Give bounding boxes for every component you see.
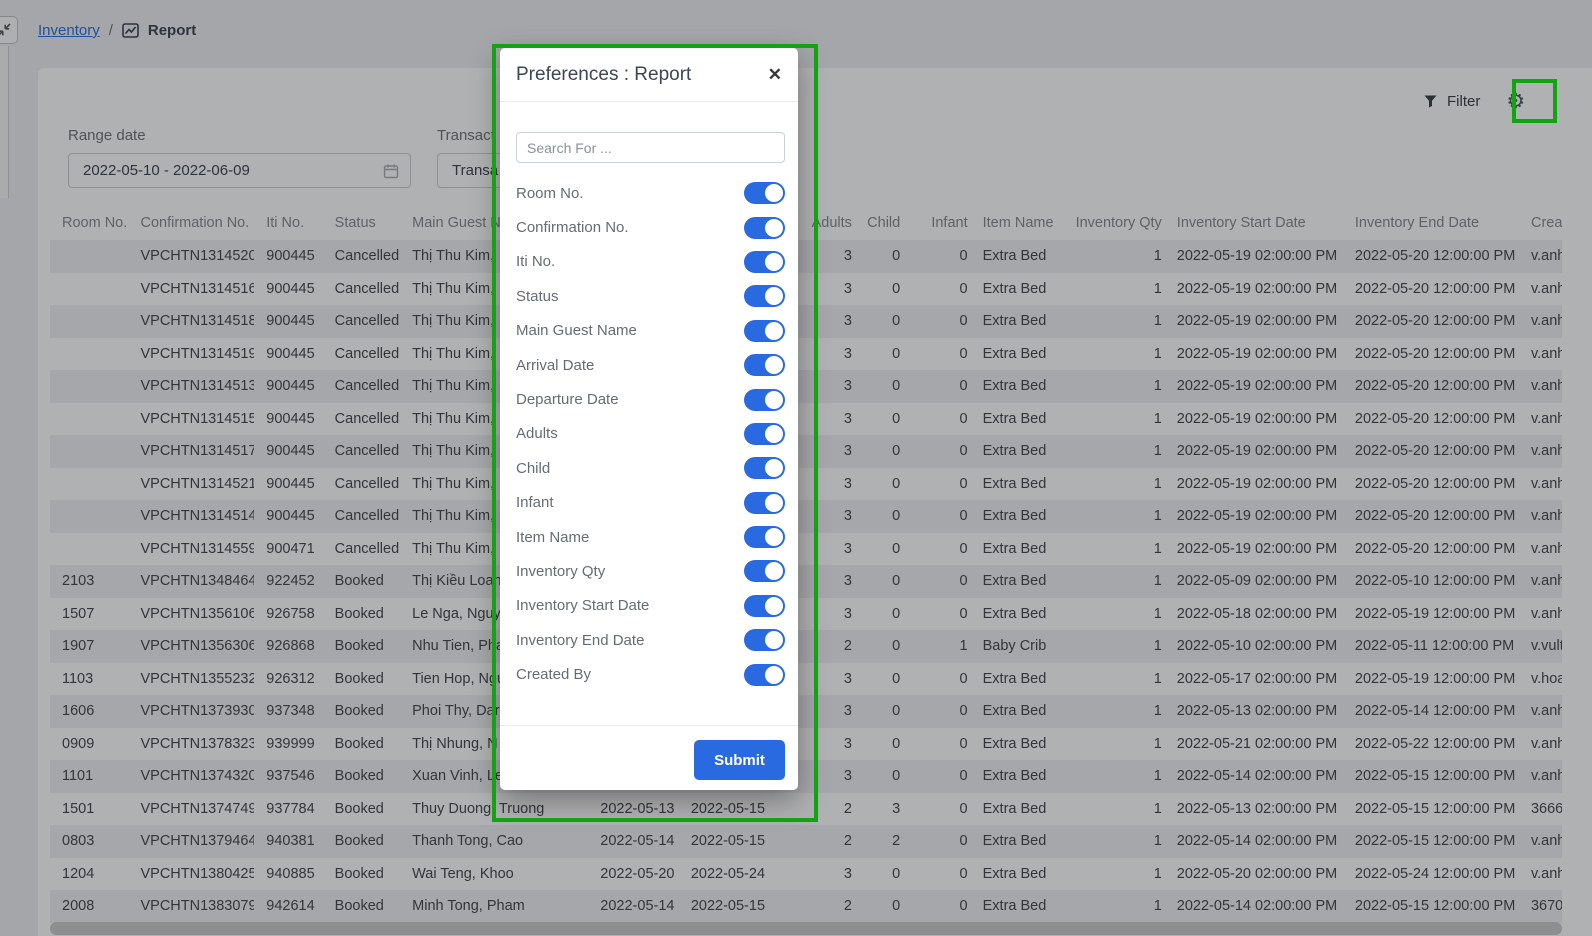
preference-row-confirmation-no: Confirmation No. [516, 210, 785, 244]
modal-title: Preferences : Report [516, 64, 691, 86]
preference-label: Child [516, 460, 550, 477]
preference-row-created-by: Created By [516, 657, 785, 691]
toggle-switch[interactable] [744, 560, 785, 582]
preference-label: Inventory Qty [516, 563, 605, 580]
toggle-switch[interactable] [744, 664, 785, 686]
toggle-switch[interactable] [744, 629, 785, 651]
toggle-switch[interactable] [744, 320, 785, 342]
preference-label: Status [516, 288, 559, 305]
preference-row-status: Status [516, 279, 785, 313]
toggle-switch[interactable] [744, 251, 785, 273]
preference-label: Infant [516, 494, 554, 511]
toggle-switch[interactable] [744, 217, 785, 239]
toggle-switch[interactable] [744, 389, 785, 411]
submit-button[interactable]: Submit [694, 740, 785, 780]
preference-label: Departure Date [516, 391, 619, 408]
preference-row-inventory-start-date: Inventory Start Date [516, 589, 785, 623]
search-input[interactable] [516, 132, 785, 163]
toggle-switch[interactable] [744, 492, 785, 514]
preference-label: Room No. [516, 185, 584, 202]
preference-row-inventory-end-date: Inventory End Date [516, 623, 785, 657]
toggle-switch[interactable] [744, 595, 785, 617]
preference-row-adults: Adults [516, 417, 785, 451]
preference-label: Arrival Date [516, 357, 594, 374]
toggle-switch[interactable] [744, 182, 785, 204]
preference-row-infant: Infant [516, 486, 785, 520]
preference-row-main-guest-name: Main Guest Name [516, 314, 785, 348]
preference-label: Confirmation No. [516, 219, 629, 236]
preferences-modal: Preferences : Report ✕ Room No. Confirmat… [500, 48, 798, 790]
close-icon[interactable]: ✕ [768, 66, 782, 83]
toggle-switch[interactable] [744, 423, 785, 445]
toggle-switch[interactable] [744, 285, 785, 307]
preference-row-iti-no: Iti No. [516, 245, 785, 279]
toggle-switch[interactable] [744, 354, 785, 376]
preference-label: Adults [516, 425, 558, 442]
preference-row-departure-date: Departure Date [516, 382, 785, 416]
preference-row-item-name: Item Name [516, 520, 785, 554]
toggle-switch[interactable] [744, 526, 785, 548]
preference-label: Inventory Start Date [516, 597, 649, 614]
preference-label: Inventory End Date [516, 632, 644, 649]
modal-footer: Submit [500, 725, 798, 780]
preference-row-arrival-date: Arrival Date [516, 348, 785, 382]
preference-label: Created By [516, 666, 591, 683]
preference-row-room-no: Room No. [516, 176, 785, 210]
preference-label: Main Guest Name [516, 322, 637, 339]
modal-header: Preferences : Report ✕ [500, 48, 798, 102]
toggle-switch[interactable] [744, 457, 785, 479]
modal-body: Room No. Confirmation No. Iti No. Status Mai… [500, 102, 798, 692]
preference-row-inventory-qty: Inventory Qty [516, 554, 785, 588]
preference-toggle-list: Room No. Confirmation No. Iti No. Status Mai… [516, 176, 785, 692]
preference-label: Iti No. [516, 253, 555, 270]
preference-label: Item Name [516, 529, 589, 546]
app-viewport: Inventory / Report Filter ⚙ Range date 2… [0, 0, 1592, 936]
preference-row-child: Child [516, 451, 785, 485]
